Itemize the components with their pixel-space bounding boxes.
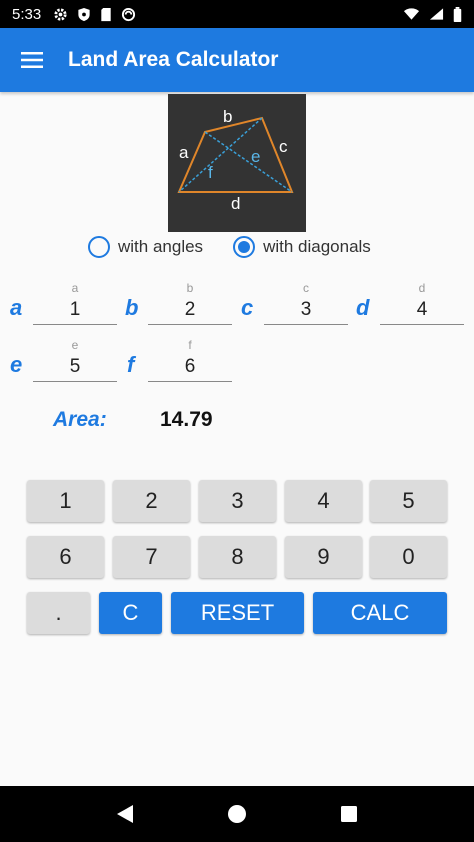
key-4[interactable]: 4 (285, 480, 362, 522)
input-a[interactable]: a 1 (33, 281, 117, 327)
input-d-hint: d (418, 281, 426, 295)
field-label-c: c (241, 295, 254, 320)
input-c[interactable]: c 3 (264, 281, 348, 327)
diagram-label-e: e (251, 147, 260, 166)
key-1[interactable]: 1 (27, 480, 104, 522)
radio-unchecked-icon (88, 236, 110, 258)
area-value: 14.79 (160, 408, 213, 431)
app-bar: Land Area Calculator (0, 28, 474, 92)
recents-icon[interactable] (340, 805, 358, 823)
hamburger-menu-icon (21, 52, 43, 68)
field-label-f: f (127, 352, 135, 377)
status-time: 5:33 (12, 5, 42, 23)
input-b-value: 2 (184, 299, 196, 320)
sd-card-icon (101, 7, 111, 21)
input-d[interactable]: d 4 (380, 281, 464, 327)
radio-with-angles-label: with angles (118, 237, 204, 256)
field-label-b: b (125, 295, 139, 320)
clear-button[interactable]: C (99, 592, 162, 634)
battery-icon (453, 6, 462, 22)
key-3[interactable]: 3 (199, 480, 276, 522)
input-f-hint: f (188, 338, 192, 352)
gear-icon (54, 7, 67, 21)
radio-with-angles[interactable]: with angles (88, 236, 203, 258)
input-b[interactable]: b 2 (148, 281, 232, 327)
key-dot[interactable]: . (27, 592, 90, 634)
input-e-hint: e (71, 338, 79, 352)
app-title: Land Area Calculator (68, 48, 279, 71)
reset-button[interactable]: RESET (171, 592, 304, 634)
radio-checked-icon (233, 236, 256, 258)
input-f-value: 6 (184, 356, 196, 377)
key-7[interactable]: 7 (113, 536, 190, 578)
key-5[interactable]: 5 (370, 480, 447, 522)
shield-icon (78, 7, 90, 21)
field-label-e: e (10, 352, 23, 377)
key-2[interactable]: 2 (113, 480, 190, 522)
input-c-value: 3 (300, 299, 312, 320)
field-label-d: d (356, 295, 370, 320)
input-a-hint: a (71, 281, 79, 295)
radio-with-diagonals[interactable]: with diagonals (233, 236, 371, 258)
input-f[interactable]: f 6 (148, 338, 232, 384)
diagram-label-c: c (279, 137, 288, 156)
area-label: Area: (53, 408, 107, 431)
home-icon[interactable] (227, 804, 247, 824)
input-e[interactable]: e 5 (33, 338, 117, 384)
radio-with-diagonals-label: with diagonals (263, 237, 371, 256)
input-a-value: 1 (69, 299, 81, 320)
mode-radio-group: with angles with diagonals (88, 236, 371, 258)
key-9[interactable]: 9 (285, 536, 362, 578)
diagram-label-d: d (231, 194, 240, 213)
diagram-label-f: f (208, 163, 213, 182)
menu-button[interactable] (0, 28, 64, 92)
key-0[interactable]: 0 (370, 536, 447, 578)
back-icon[interactable] (116, 804, 134, 824)
quadrilateral-diagram: b a c e f d (168, 94, 306, 232)
navigation-bar (0, 786, 474, 842)
input-e-value: 5 (69, 356, 81, 377)
signal-icon (429, 8, 444, 20)
input-d-value: 4 (416, 299, 428, 320)
input-b-hint: b (186, 281, 194, 295)
sync-icon (122, 7, 136, 21)
calc-button[interactable]: CALC (313, 592, 447, 634)
key-8[interactable]: 8 (199, 536, 276, 578)
diagram-label-a: a (179, 143, 189, 162)
key-6[interactable]: 6 (27, 536, 104, 578)
input-c-hint: c (303, 281, 309, 295)
diagram-label-b: b (223, 107, 232, 126)
status-bar: 5:33 (0, 0, 474, 28)
field-label-a: a (10, 295, 23, 320)
wifi-icon (403, 8, 420, 20)
